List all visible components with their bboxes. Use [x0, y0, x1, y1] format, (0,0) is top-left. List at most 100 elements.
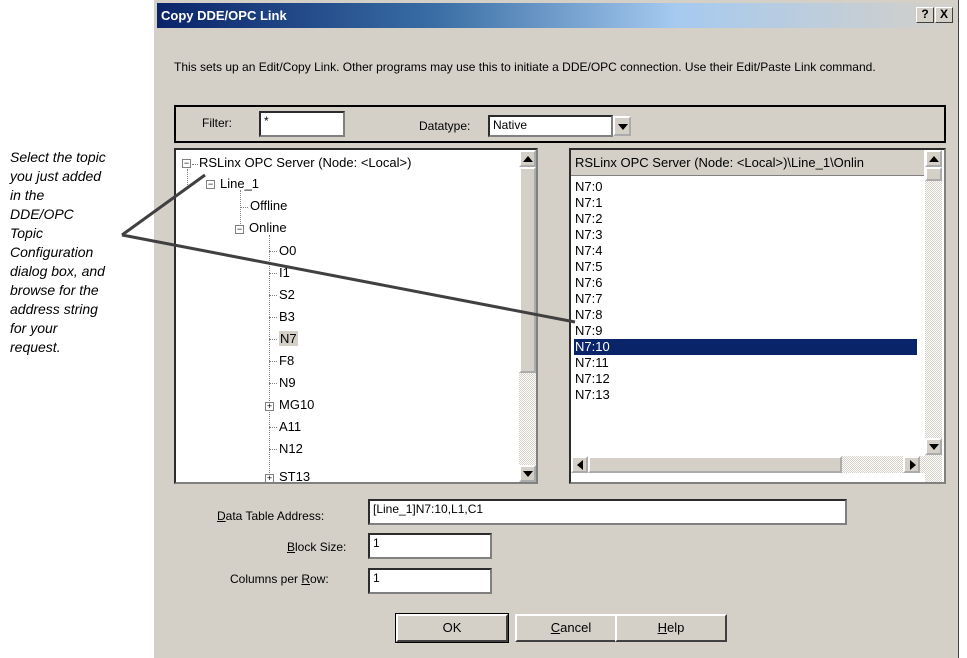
help-title-button[interactable]: ?: [916, 7, 934, 23]
list-item[interactable]: N7:5: [574, 259, 917, 275]
access-key: B: [287, 540, 296, 554]
annotation-text: Select the topic you just added in the D…: [10, 148, 152, 357]
scroll-down-button[interactable]: [519, 465, 536, 482]
list-item[interactable]: N7:6: [574, 275, 917, 291]
filter-input[interactable]: *: [259, 111, 345, 137]
topic-tree[interactable]: − RSLinx OPC Server (Node: <Local>) − Li…: [174, 148, 538, 484]
scroll-thumb[interactable]: [588, 456, 842, 473]
list-horizontal-scrollbar[interactable]: [571, 456, 925, 473]
list-item[interactable]: N7:12: [574, 371, 917, 387]
tree-item[interactable]: O0: [279, 243, 296, 258]
tree-item[interactable]: N12: [279, 441, 303, 456]
annotation-line: Topic: [10, 225, 43, 241]
tree-item[interactable]: ST13: [279, 469, 310, 482]
tree-item-selected[interactable]: N7: [279, 331, 298, 346]
list-item[interactable]: N7:8: [574, 307, 917, 323]
tree-connector: [269, 427, 277, 428]
chevron-up-icon: [929, 156, 939, 162]
close-button[interactable]: X: [935, 7, 953, 23]
datatype-dropdown-button[interactable]: [613, 116, 631, 136]
cancel-button[interactable]: Cancel: [515, 614, 627, 642]
chevron-down-icon: [618, 124, 628, 130]
tree-connector: [269, 251, 277, 252]
list-item[interactable]: N7:7: [574, 291, 917, 307]
datatype-value: Native: [493, 118, 528, 132]
tree-item[interactable]: F8: [279, 353, 294, 368]
list-header: RSLinx OPC Server (Node: <Local>)\Line_1…: [571, 150, 924, 176]
address-list[interactable]: RSLinx OPC Server (Node: <Local>)\Line_1…: [569, 148, 946, 484]
list-item[interactable]: N7:2: [574, 211, 917, 227]
list-item[interactable]: N7:9: [574, 323, 917, 339]
button-label: elp: [667, 620, 685, 635]
tree-connector: [269, 383, 277, 384]
scroll-left-button[interactable]: [571, 456, 588, 473]
tree-item-offline[interactable]: Offline: [250, 198, 287, 213]
scroll-right-button[interactable]: [903, 456, 920, 473]
tree-item[interactable]: S2: [279, 287, 295, 302]
annotation-line: in the: [10, 187, 45, 203]
annotation-line: Select the topic: [10, 149, 106, 165]
tree-item[interactable]: I1: [279, 265, 290, 280]
columns-input[interactable]: 1: [368, 568, 492, 594]
tree-item-root[interactable]: RSLinx OPC Server (Node: <Local>): [199, 155, 411, 170]
list-item[interactable]: N7:0: [574, 179, 917, 195]
datatype-label: Datatype:: [419, 119, 471, 133]
tree-item-line[interactable]: Line_1: [220, 176, 259, 191]
label-text: lock Size:: [295, 540, 347, 554]
expand-icon[interactable]: +: [265, 402, 274, 411]
datatype-select[interactable]: Native: [488, 115, 613, 137]
tree-item-online[interactable]: Online: [249, 220, 287, 235]
title-bar[interactable]: Copy DDE/OPC Link ? X: [157, 3, 956, 28]
scroll-thumb[interactable]: [519, 167, 536, 373]
list-item-selected[interactable]: N7:10: [574, 339, 917, 355]
ok-button[interactable]: OK: [395, 613, 509, 643]
tree-item[interactable]: A11: [279, 419, 301, 434]
list-item[interactable]: N7:1: [574, 195, 917, 211]
collapse-icon[interactable]: −: [182, 159, 191, 168]
tree-item[interactable]: MG10: [279, 397, 314, 412]
columns-label: Columns per Row:: [230, 572, 329, 586]
collapse-icon[interactable]: −: [235, 225, 244, 234]
tree-connector: [269, 295, 277, 296]
tree-connector: [187, 169, 188, 185]
collapse-icon[interactable]: −: [206, 180, 215, 189]
tree-scrollbar[interactable]: [519, 150, 536, 482]
tree-connector: [269, 317, 277, 318]
tree-connector: [240, 190, 241, 228]
list-vertical-scrollbar[interactable]: [925, 150, 942, 482]
annotation-line: Configuration: [10, 244, 94, 260]
tree-connector: [269, 361, 277, 362]
block-size-input[interactable]: 1: [368, 533, 492, 559]
tree-connector: [269, 449, 277, 450]
label-text: ow:: [310, 572, 329, 586]
chevron-up-icon: [523, 156, 533, 162]
list-item[interactable]: N7:4: [574, 243, 917, 259]
help-button[interactable]: Help: [615, 614, 727, 642]
annotation-line: dialog box, and: [10, 263, 105, 279]
label-text: ata Table Address:: [225, 509, 325, 523]
scroll-thumb[interactable]: [925, 167, 942, 181]
list-item[interactable]: N7:11: [574, 355, 917, 371]
dialog-title: Copy DDE/OPC Link: [161, 8, 287, 23]
list-item[interactable]: N7:3: [574, 227, 917, 243]
tree-connector: [192, 164, 198, 165]
list-item[interactable]: N7:13: [574, 387, 917, 403]
address-label: Data Table Address:: [217, 509, 324, 523]
tree-item[interactable]: N9: [279, 375, 296, 390]
tree-item[interactable]: B3: [279, 309, 295, 324]
scroll-up-button[interactable]: [925, 150, 942, 167]
chevron-down-icon: [523, 471, 533, 477]
tree-connector: [269, 273, 277, 274]
tree-connector: [240, 207, 248, 208]
block-size-label: Block Size:: [287, 540, 346, 554]
annotation-line: browse for the: [10, 282, 99, 298]
filter-label: Filter:: [202, 116, 232, 130]
scroll-down-button[interactable]: [925, 438, 942, 455]
scroll-up-button[interactable]: [519, 150, 536, 167]
description-text: This sets up an Edit/Copy Link. Other pr…: [174, 60, 876, 74]
expand-icon[interactable]: +: [265, 474, 274, 482]
label-text: Columns per: [230, 572, 302, 586]
annotation-line: request.: [10, 339, 61, 355]
access-key: R: [301, 572, 311, 586]
address-input[interactable]: [Line_1]N7:10,L1,C1: [368, 499, 847, 525]
